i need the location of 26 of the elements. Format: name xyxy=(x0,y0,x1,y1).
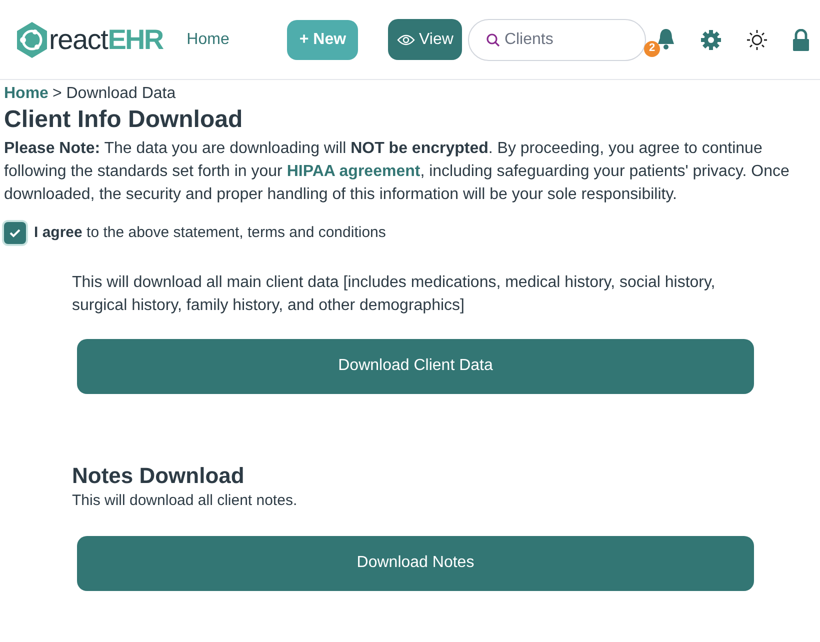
new-button[interactable]: + New xyxy=(287,20,358,60)
settings-icon[interactable] xyxy=(700,28,722,50)
bell-icon[interactable] xyxy=(656,28,676,50)
page-title: Client Info Download xyxy=(4,105,244,135)
download-button[interactable]: Download Client Data xyxy=(77,338,754,394)
eye-icon xyxy=(397,34,416,46)
agree-checkbox[interactable] xyxy=(4,222,26,244)
notice-paragraph: Please Note: The data you are downloading will NOT be encrypted. By proceeding, you agree to continue following the standards set forth in your HIPAA agreement, including safeguarding your patients' privacy. Once downloaded, the security and proper handling of this information will be your sole responsibility. xyxy=(4,139,790,205)
section-title: Notes Download xyxy=(72,462,246,490)
search-icon xyxy=(486,32,500,46)
section-description: This will download all main client data [includes medications, medical history, social history, surgical history, family history, and other demographics] xyxy=(72,272,716,316)
sun-icon[interactable] xyxy=(746,28,768,50)
hipaa-agreement-link[interactable]: HIPAA agreement xyxy=(286,163,420,180)
search-field[interactable]: Clients xyxy=(468,18,646,60)
agree-label: I agree to the above statement, terms and conditions xyxy=(34,223,386,243)
breadcrumb-link[interactable]: Home xyxy=(4,84,48,104)
checkmark-icon xyxy=(9,228,21,238)
view-button[interactable]: View xyxy=(388,19,462,60)
lock-icon[interactable] xyxy=(792,28,810,50)
notification-badge: 2 xyxy=(644,40,660,56)
logo-icon xyxy=(15,20,49,58)
section-description: This will download all client notes. xyxy=(72,490,298,510)
logo-text: reactEHR xyxy=(49,26,163,54)
home-link[interactable]: Home xyxy=(186,28,230,52)
download-button[interactable]: Download Notes xyxy=(77,536,754,590)
breadcrumb-current: > Download Data xyxy=(52,84,176,104)
